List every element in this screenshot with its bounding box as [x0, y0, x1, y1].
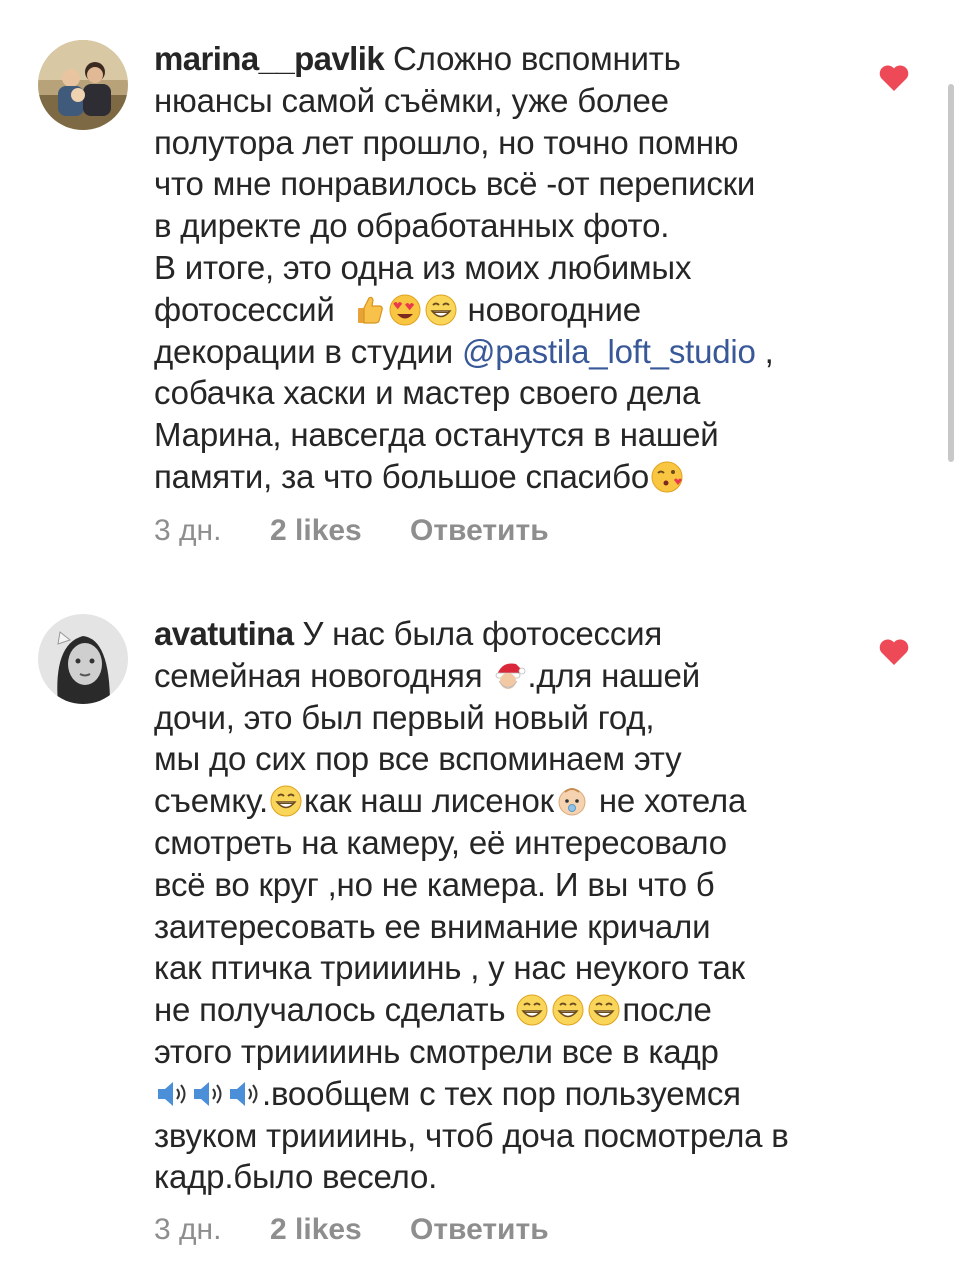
comment-text-part: памяти, за что большое спасибо [154, 457, 650, 495]
mention-link[interactable]: @pastila_loft_studio [462, 333, 756, 370]
comment-text-part: .вообщем с тех пор пользуемся [262, 1074, 741, 1112]
comment-line: В итоге, это одна из моих любимых [154, 248, 692, 286]
comment-line: marina__pavlik Сложно вспомнить [154, 38, 854, 80]
comment-line: что мне понравилось всё -от переписки [154, 165, 756, 203]
reply-button[interactable]: Ответить [410, 1210, 549, 1250]
username-link[interactable]: avatutina [154, 615, 294, 652]
likes-count-button[interactable]: 2 likes [270, 511, 362, 551]
heart-eyes-emoji-icon [388, 293, 422, 327]
comment-line: avatutina У нас была фотосессия [154, 613, 854, 655]
comment-text-part: съемку. [154, 782, 268, 820]
comment-text-part: У нас была фотосессия [293, 615, 663, 652]
comment-text: avatutina У нас была фотосессия семейная… [154, 613, 854, 1198]
comment-text-part: не хотела [589, 782, 747, 820]
comment-line: заитересовать ее внимание кричали [154, 907, 711, 945]
comment-line: всё во круг ,но не камера. И вы что б [154, 865, 715, 903]
comment-text-part: декорации в студии [154, 332, 462, 370]
username-link[interactable]: marina__pavlik [154, 40, 385, 77]
comment-text-part: новогодние [458, 290, 642, 328]
comment-time: 3 дн. [154, 1213, 222, 1246]
likes-count-button[interactable]: 2 likes [270, 1210, 362, 1250]
comment-line: семейная новогодняя .для нашей [154, 655, 854, 697]
grinning-emoji-icon [587, 993, 621, 1027]
comment-text-part: как наш лисенок [303, 782, 554, 820]
comment-line: полутора лет прошло, но точно помню [154, 123, 739, 161]
comment-line: мы до сих пор все вспоминаем эту [154, 740, 682, 778]
grinning-emoji-icon [551, 993, 585, 1027]
grinning-emoji-icon [424, 293, 458, 327]
kissing-heart-emoji-icon [650, 460, 684, 494]
comment-line: нюансы самой съёмки, уже более [154, 81, 669, 119]
comment-line: кадр.было весело. [154, 1158, 438, 1196]
comment-text-part: не получалось сделать [154, 991, 515, 1029]
santa-emoji-icon [492, 659, 526, 693]
comment-text-part: Сложно вспомнить [384, 40, 681, 77]
comment-text: marina__pavlik Сложно вспомнить нюансы с… [154, 38, 854, 498]
scrollbar[interactable] [948, 84, 954, 462]
like-heart-icon[interactable] [878, 638, 910, 666]
comment-line: Марина, навсегда останутся в нашей [154, 416, 719, 454]
speaker-emoji-icon [227, 1077, 261, 1111]
comment-time: 3 дн. [154, 514, 222, 547]
comment-line: этого трииииинь смотрели все в кадр [154, 1032, 719, 1070]
comment-line: не получалось сделать после [154, 989, 854, 1031]
speaker-emoji-icon [155, 1077, 189, 1111]
baby-emoji-icon [555, 784, 589, 818]
comment-line: звуком триииинь, чтоб доча посмотрела в [154, 1116, 789, 1154]
grinning-emoji-icon [269, 784, 303, 818]
family-photo-avatar-icon [38, 40, 128, 130]
comment-line: съемку. как наш лисенок не хотела [154, 780, 854, 822]
comment-line: смотреть на камеру, её интересовало [154, 823, 727, 861]
comment-line: как птичка триииинь , у нас неукого так [154, 949, 745, 987]
girl-photo-avatar-icon [38, 614, 128, 704]
comment-line: собачка хаски и мастер своего дела [154, 374, 701, 412]
comment-text-part: фотосессий [154, 290, 335, 328]
avatar[interactable] [38, 614, 128, 704]
comment-text-part: после [622, 991, 712, 1029]
grinning-emoji-icon [515, 993, 549, 1027]
comment-text-part: семейная новогодняя [154, 656, 492, 694]
comment-line: фотосессий новогодние [154, 289, 854, 331]
thumbs-up-emoji-icon [352, 293, 386, 327]
avatar[interactable] [38, 40, 128, 130]
comment-line: .вообщем с тех пор пользуемся [154, 1073, 854, 1115]
speaker-emoji-icon [191, 1077, 225, 1111]
comment-line: дочи, это был первый новый год, [154, 698, 655, 736]
comment-text-part: .для нашей [527, 656, 700, 694]
comment-line: в директе до обработанных фото. [154, 207, 670, 245]
comment-line: памяти, за что большое спасибо [154, 456, 854, 498]
comment-text-part: , [755, 332, 774, 370]
reply-button[interactable]: Ответить [410, 511, 549, 551]
comment-line: декорации в студии @pastila_loft_studio … [154, 331, 854, 373]
like-heart-icon[interactable] [878, 64, 910, 92]
